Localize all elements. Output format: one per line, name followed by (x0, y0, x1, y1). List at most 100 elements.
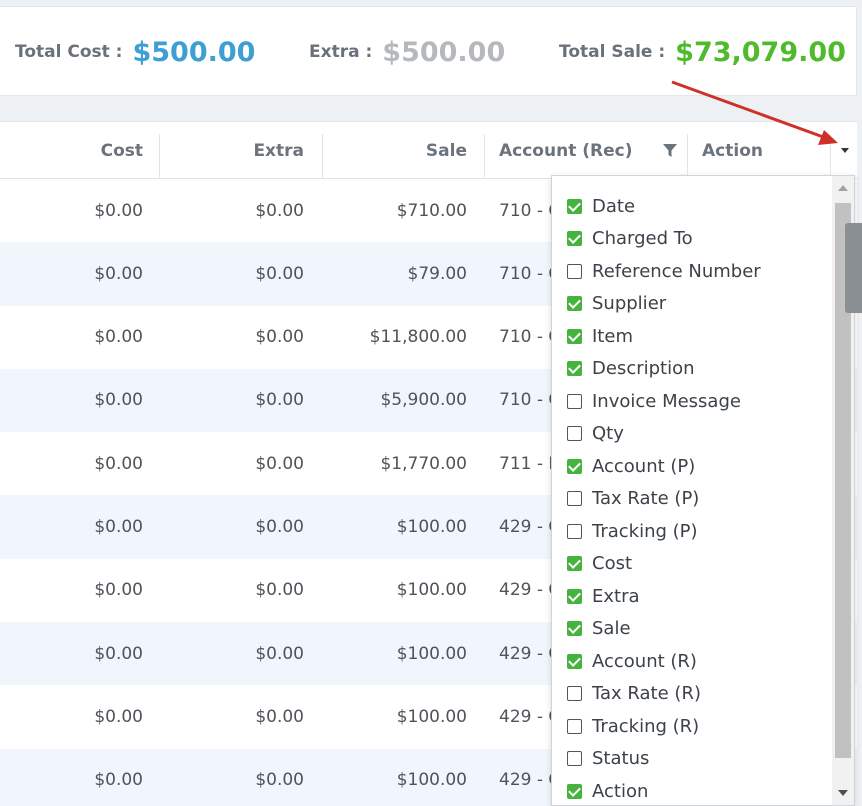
column-option-label: Item (592, 325, 633, 347)
cell-cost: $0.00 (94, 643, 143, 664)
filter-icon[interactable] (663, 144, 677, 158)
cell-sale: $100.00 (396, 770, 467, 791)
grid-header: Cost Extra Sale Account (Rec) Action (0, 122, 857, 179)
checkbox-unchecked-icon[interactable] (567, 426, 582, 441)
column-option[interactable]: Qty (567, 420, 624, 448)
column-option[interactable]: Cost (567, 550, 632, 578)
column-option[interactable]: Item (567, 322, 633, 350)
column-option[interactable]: Status (567, 745, 649, 773)
checkbox-checked-icon[interactable] (567, 556, 582, 571)
cell-cost: $0.00 (94, 453, 143, 474)
column-chooser-menu: Date Charged To Reference Number Supplier It… (551, 175, 855, 806)
column-divider[interactable] (159, 134, 160, 178)
column-option[interactable]: Charged To (567, 225, 693, 253)
checkbox-checked-icon[interactable] (567, 783, 582, 799)
scroll-down-icon[interactable] (838, 790, 848, 796)
column-option-label: Tracking (R) (592, 715, 700, 737)
page: Total Cost : $500.00 Extra : $500.00 Tot… (0, 0, 862, 806)
checkbox-unchecked-icon[interactable] (567, 686, 582, 701)
checkbox-unchecked-icon[interactable] (567, 718, 582, 734)
column-option-label: Status (592, 748, 650, 769)
column-divider[interactable] (484, 134, 485, 178)
column-option-label: Cost (592, 553, 633, 574)
checkbox-checked-icon[interactable] (567, 328, 582, 344)
checkbox-unchecked-icon[interactable] (567, 751, 582, 766)
column-option[interactable]: Tracking (P) (567, 517, 698, 545)
cell-sale: $11,800.00 (369, 327, 467, 348)
cell-sale: $100.00 (396, 580, 467, 601)
cell-extra: $0.00 (255, 390, 304, 411)
cell-extra: $0.00 (255, 770, 304, 791)
checkbox-unchecked-icon[interactable] (567, 393, 582, 409)
cell-extra: $0.00 (255, 643, 304, 664)
total-cost-label: Total Cost : (15, 42, 123, 62)
column-option[interactable]: Extra (567, 582, 640, 610)
scroll-up-icon[interactable] (838, 185, 848, 191)
checkbox-checked-icon[interactable] (567, 296, 582, 311)
column-option-label: Action (592, 780, 649, 802)
column-option[interactable]: Sale (567, 615, 631, 643)
header-action[interactable]: Action (702, 122, 763, 179)
cell-extra: $0.00 (255, 200, 304, 221)
side-panel-tab[interactable] (845, 223, 862, 313)
column-option-label: Qty (592, 423, 624, 444)
column-option-label: Account (P) (592, 455, 696, 477)
column-option[interactable]: Account (R) (567, 647, 697, 675)
checkbox-checked-icon[interactable] (567, 231, 582, 246)
cell-sale: $5,900.00 (380, 390, 467, 411)
checkbox-unchecked-icon[interactable] (567, 263, 582, 279)
checkbox-checked-icon[interactable] (567, 653, 582, 669)
cell-extra: $0.00 (255, 327, 304, 348)
header-extra[interactable]: Extra (253, 122, 304, 179)
checkbox-checked-icon[interactable] (567, 621, 582, 636)
column-option[interactable]: Description (567, 355, 695, 383)
cell-extra: $0.00 (255, 706, 304, 727)
caret-down-icon[interactable] (840, 147, 850, 155)
column-option-label: Description (592, 358, 695, 379)
header-sale[interactable]: Sale (426, 122, 467, 179)
cell-cost: $0.00 (94, 770, 143, 791)
checkbox-unchecked-icon[interactable] (567, 491, 582, 506)
cell-sale: $79.00 (407, 263, 467, 284)
header-cost[interactable]: Cost (101, 122, 143, 179)
totals-bar: Total Cost : $500.00 Extra : $500.00 Tot… (0, 6, 857, 96)
total-cost: Total Cost : $500.00 (15, 7, 255, 97)
checkbox-unchecked-icon[interactable] (567, 523, 582, 539)
cell-extra: $0.00 (255, 516, 304, 537)
column-option[interactable]: Supplier (567, 290, 666, 318)
column-option[interactable]: Action (567, 777, 648, 805)
column-option[interactable]: Reference Number (567, 257, 761, 285)
cell-cost: $0.00 (94, 580, 143, 601)
column-option-label: Reference Number (592, 260, 761, 282)
cell-sale: $100.00 (396, 516, 467, 537)
total-sale-value: $73,079.00 (675, 36, 846, 68)
column-option-label: Tracking (P) (592, 520, 698, 542)
column-option[interactable]: Invoice Message (567, 387, 741, 415)
column-option[interactable]: Tax Rate (R) (567, 680, 701, 708)
cell-cost: $0.00 (94, 263, 143, 284)
cell-cost: $0.00 (94, 516, 143, 537)
cell-cost: $0.00 (94, 706, 143, 727)
column-option[interactable]: Account (P) (567, 452, 695, 480)
column-divider[interactable] (322, 134, 323, 178)
header-account-rec[interactable]: Account (Rec) (499, 122, 632, 179)
column-divider[interactable] (830, 134, 831, 178)
cell-sale: $100.00 (396, 706, 467, 727)
cell-account-rec: 711 - L (499, 453, 558, 474)
total-sale-label: Total Sale : (559, 42, 666, 62)
cell-extra: $0.00 (255, 453, 304, 474)
column-option-label: Tax Rate (R) (592, 683, 701, 704)
total-extra-value: $500.00 (382, 36, 506, 68)
checkbox-checked-icon[interactable] (567, 361, 582, 376)
checkbox-checked-icon[interactable] (567, 458, 582, 474)
cell-cost: $0.00 (94, 390, 143, 411)
column-option-label: Tax Rate (P) (592, 488, 700, 509)
column-divider[interactable] (687, 134, 688, 178)
checkbox-checked-icon[interactable] (567, 198, 582, 214)
column-option[interactable]: Tracking (R) (567, 712, 699, 740)
column-option[interactable]: Date (567, 192, 635, 220)
cell-extra: $0.00 (255, 263, 304, 284)
total-sale: Total Sale : $73,079.00 (559, 7, 846, 97)
column-option[interactable]: Tax Rate (P) (567, 485, 699, 513)
checkbox-checked-icon[interactable] (567, 588, 582, 604)
